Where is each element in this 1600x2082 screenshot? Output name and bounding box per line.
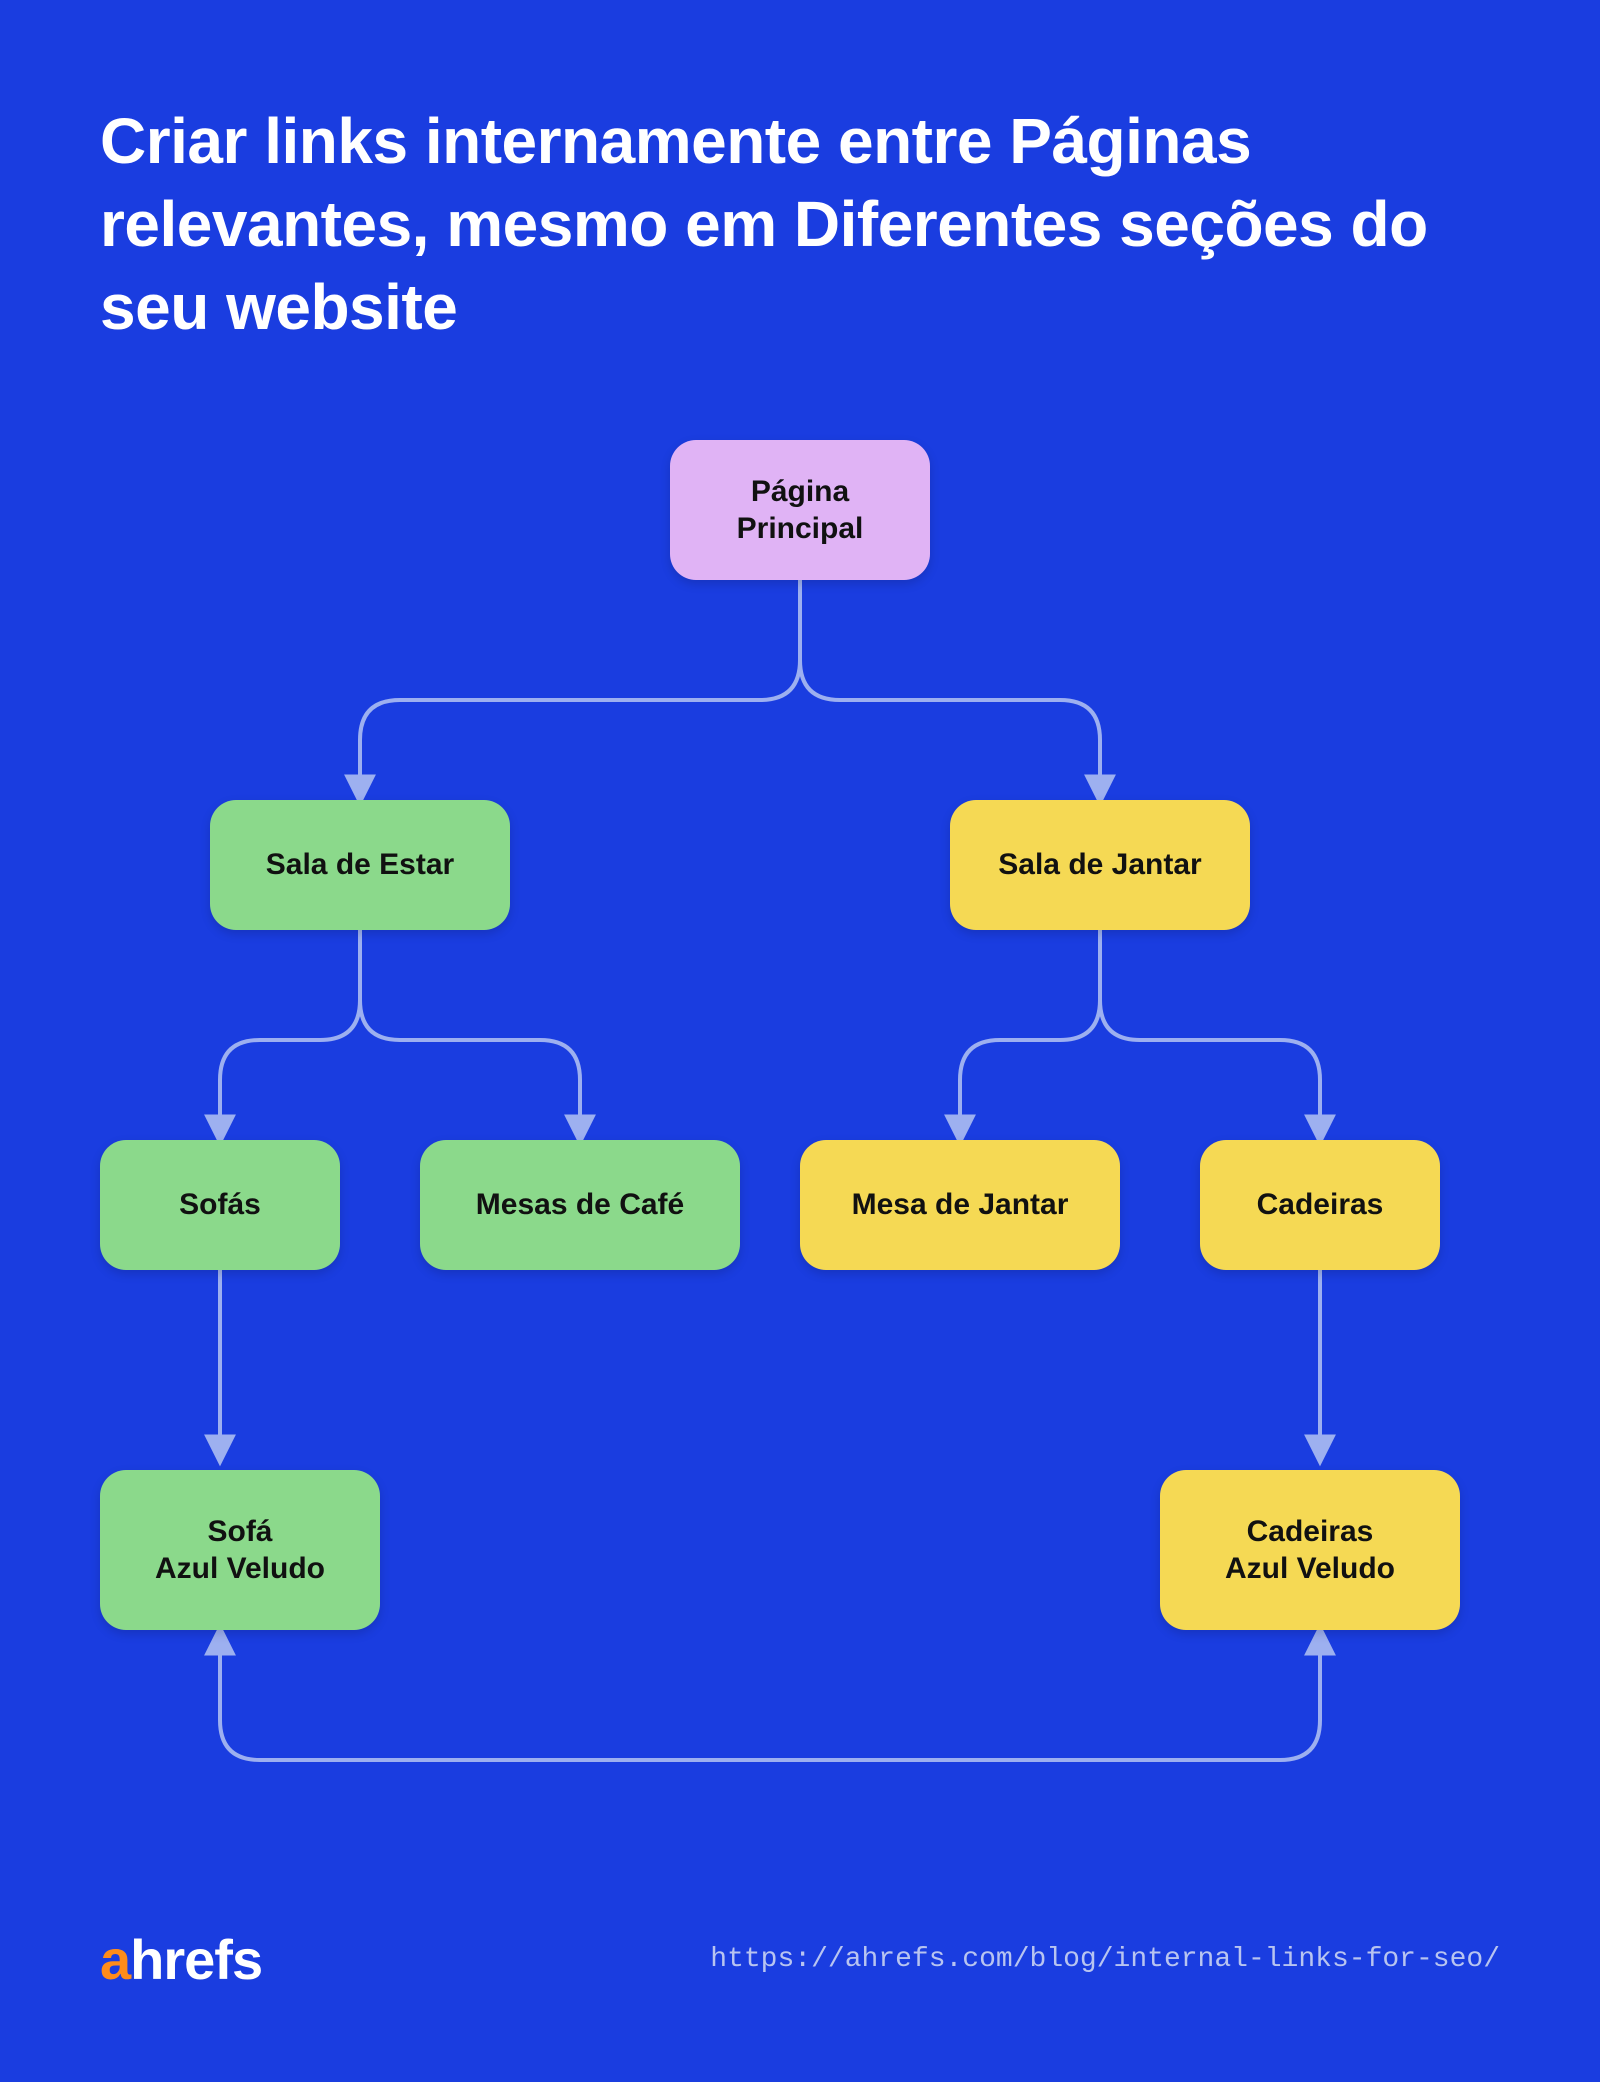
diagram-title: Criar links internamente entre Páginas r… xyxy=(100,100,1500,350)
node-dining-room: Sala de Jantar xyxy=(950,800,1250,930)
node-chairs: Cadeiras xyxy=(1200,1140,1440,1270)
node-coffee-tables: Mesas de Café xyxy=(420,1140,740,1270)
node-blue-velvet-sofa: SofáAzul Veludo xyxy=(100,1470,380,1630)
node-blue-velvet-chairs: CadeirasAzul Veludo xyxy=(1160,1470,1460,1630)
node-root: PáginaPrincipal xyxy=(670,440,930,580)
node-dining-table: Mesa de Jantar xyxy=(800,1140,1120,1270)
node-sofas: Sofás xyxy=(100,1140,340,1270)
brand-logo-rest: hrefs xyxy=(130,1928,262,1991)
node-living-room: Sala de Estar xyxy=(210,800,510,930)
brand-logo-a: a xyxy=(100,1928,130,1991)
footer: ahrefs https://ahrefs.com/blog/internal-… xyxy=(100,1927,1500,1992)
brand-logo: ahrefs xyxy=(100,1927,262,1992)
source-url: https://ahrefs.com/blog/internal-links-f… xyxy=(710,1944,1500,1975)
